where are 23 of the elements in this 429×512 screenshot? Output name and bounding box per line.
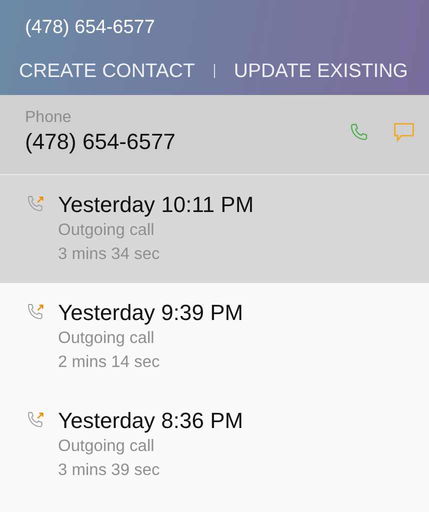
outgoing-call-icon	[26, 302, 46, 322]
call-duration: 3 mins 34 sec	[58, 244, 161, 265]
phone-icon	[349, 122, 369, 142]
action-button[interactable]: CREATE CONTACT	[0, 59, 195, 83]
call-duration: 3 mins 39 sec	[58, 460, 161, 481]
header-title: (478) 654-6577	[24, 16, 156, 40]
message-icon	[393, 120, 415, 143]
call-time: Yesterday 10:11 PM	[58, 192, 254, 218]
call-duration: 2 mins 14 sec	[58, 352, 161, 373]
call-log-row[interactable]: Yesterday 10:11 PM Outgoing call 3 mins 34 sec	[0, 175, 429, 283]
call-time: Yesterday 8:36 PM	[58, 408, 244, 434]
message-button[interactable]	[393, 120, 415, 144]
call-time: Yesterday 9:39 PM	[58, 300, 244, 326]
call-type: Outgoing call	[58, 328, 156, 349]
action-button[interactable]: UPDATE EXISTING	[214, 59, 408, 83]
outgoing-call-icon	[26, 194, 46, 214]
call-log-row[interactable]: Yesterday 8:36 PM Outgoing call 3 mins 39 sec	[0, 391, 429, 499]
call-type: Outgoing call	[58, 436, 156, 457]
call-type: Outgoing call	[58, 220, 156, 241]
phone-label: Phone	[25, 108, 72, 128]
outgoing-call-icon	[26, 410, 46, 430]
call-log-row[interactable]: Yesterday 9:39 PM Outgoing call 2 mins 14 sec	[0, 283, 429, 391]
phone-number: (478) 654-6577	[25, 128, 176, 156]
